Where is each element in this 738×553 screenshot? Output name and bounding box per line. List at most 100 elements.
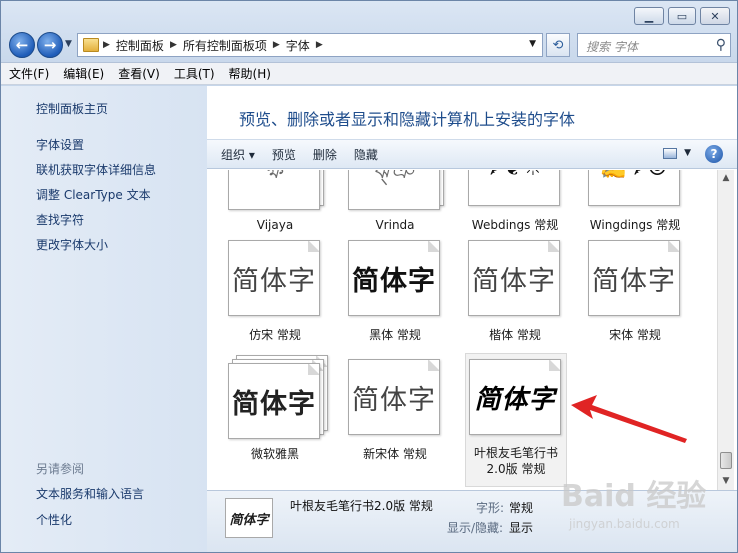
link-personalization[interactable]: 个性化 xyxy=(36,511,72,528)
font-tile-label: 黑体 常规 xyxy=(369,328,421,342)
selected-font-thumbnail: 简体字 xyxy=(225,498,273,538)
breadcrumb-separator-icon[interactable]: ▶ xyxy=(103,40,110,50)
link-find-character[interactable]: 查找字符 xyxy=(36,211,84,228)
close-icon: ✕ xyxy=(710,9,720,23)
breadcrumb-separator-icon[interactable]: ▶ xyxy=(273,40,280,50)
menu-file[interactable]: 文件(F) xyxy=(9,65,49,82)
navigation-bar: ← → ▼ ▶ 控制面板 ▶ 所有控制面板项 ▶ 字体 ▶ ▼ ⟲ 搜索 字体 … xyxy=(1,29,737,61)
font-tile-nsimsun[interactable]: 简体字 新宋体 常规 xyxy=(335,359,455,462)
see-also-heading: 另请参阅 xyxy=(36,462,85,476)
font-tile-label: Vrinda xyxy=(375,218,415,232)
recent-pages-dropdown[interactable]: ▼ xyxy=(65,39,72,49)
forward-button[interactable]: → xyxy=(37,32,63,58)
font-tile-webdings[interactable]: ✈❦☀ Webdings 常规 xyxy=(455,170,575,233)
maximize-icon: ▭ xyxy=(676,9,688,23)
search-icon[interactable]: ⚲ xyxy=(716,37,726,53)
address-bar[interactable]: ▶ 控制面板 ▶ 所有控制面板项 ▶ 字体 ▶ ▼ xyxy=(77,33,543,57)
help-icon: ? xyxy=(710,147,718,161)
font-tile-vrinda[interactable]: ঝ্ঞ Vrinda xyxy=(335,170,455,233)
font-file-icon: ক্ষ xyxy=(228,170,324,210)
left-pane: 控制面板主页 字体设置 联机获取字体详细信息 调整 ClearType 文本 查… xyxy=(1,86,207,552)
baidu-watermark: Baid 经验 jingyan.baidu.com xyxy=(561,471,731,547)
link-font-settings[interactable]: 字体设置 xyxy=(36,136,84,153)
link-cleartype[interactable]: 调整 ClearType 文本 xyxy=(36,186,151,203)
menu-tools[interactable]: 工具(T) xyxy=(174,65,215,82)
breadcrumb-control-panel[interactable]: 控制面板 xyxy=(116,37,164,54)
title-bar: ▁ ▭ ✕ xyxy=(1,1,737,29)
preview-button[interactable]: 预览 xyxy=(272,146,296,163)
font-tile-label: Webdings 常规 xyxy=(471,218,559,232)
vertical-scrollbar[interactable]: ▲ ▼ xyxy=(717,170,734,490)
menu-edit[interactable]: 编辑(E) xyxy=(63,65,104,82)
command-bar: 组织 ▾ 预览 删除 隐藏 ▼ ? xyxy=(207,139,737,169)
font-tile-microsoft-yahei[interactable]: 简体字 微软雅黑 xyxy=(215,355,335,462)
back-arrow-icon: ← xyxy=(15,36,29,54)
explorer-window: ▁ ▭ ✕ ← → ▼ ▶ 控制面板 ▶ 所有控制面板项 ▶ 字体 ▶ ▼ ⟲ … xyxy=(0,0,738,553)
minimize-button[interactable]: ▁ xyxy=(634,7,664,25)
font-tile-yegenyou-selected[interactable]: 简体字 叶根友毛笔行书 2.0版 常规 xyxy=(465,353,567,487)
breadcrumb-all-items[interactable]: 所有控制面板项 xyxy=(183,37,267,54)
refresh-icon: ⟲ xyxy=(552,37,564,53)
visibility-key: 显示/隐藏: xyxy=(447,521,504,535)
watermark-logo-text: Baid 经验 xyxy=(561,479,707,514)
breadcrumb-separator-icon[interactable]: ▶ xyxy=(170,40,177,50)
breadcrumb-separator-icon[interactable]: ▶ xyxy=(316,40,323,50)
view-dropdown-icon[interactable]: ▼ xyxy=(684,148,691,158)
font-tile-label: 仿宋 常规 xyxy=(249,328,301,342)
font-tile-label: 宋体 常规 xyxy=(609,328,661,342)
page-title: 预览、删除或者显示和隐藏计算机上安装的字体 xyxy=(239,110,576,129)
link-control-panel-home[interactable]: 控制面板主页 xyxy=(36,100,108,117)
watermark-url: jingyan.baidu.com xyxy=(569,517,680,531)
minimize-icon: ▁ xyxy=(644,9,654,23)
font-tile-label: Vijaya xyxy=(256,218,294,232)
close-button[interactable]: ✕ xyxy=(700,7,730,25)
font-tile-label: 叶根友毛笔行书 2.0版 常规 xyxy=(473,446,558,476)
annotation-arrow-icon xyxy=(571,395,687,443)
font-file-icon: 简体字 xyxy=(348,359,442,437)
font-tile-label: 新宋体 常规 xyxy=(363,447,427,461)
font-file-icon: 简体字 xyxy=(468,240,562,318)
menu-view[interactable]: 查看(V) xyxy=(118,65,160,82)
maximize-button[interactable]: ▭ xyxy=(668,7,696,25)
font-file-icon: ✍✈☺ xyxy=(588,170,682,208)
refresh-button[interactable]: ⟲ xyxy=(546,33,570,57)
font-tile-fangsong[interactable]: 简体字 仿宋 常规 xyxy=(215,240,335,343)
font-file-icon: ✈❦☀ xyxy=(468,170,562,208)
scroll-up-icon[interactable]: ▲ xyxy=(718,170,734,186)
font-tile-label: 微软雅黑 xyxy=(250,447,299,461)
font-family-icon: 简体字 xyxy=(228,355,328,439)
breadcrumb-fonts[interactable]: 字体 xyxy=(286,37,310,54)
font-tile-label: 楷体 常规 xyxy=(489,328,541,342)
font-style-key: 字形: xyxy=(476,501,505,515)
control-panel-icon xyxy=(83,38,99,52)
menu-bar: 文件(F) 编辑(E) 查看(V) 工具(T) 帮助(H) xyxy=(1,62,737,85)
search-input[interactable]: 搜索 字体 ⚲ xyxy=(577,33,731,57)
search-placeholder: 搜索 字体 xyxy=(586,40,638,54)
font-file-icon: 简体字 xyxy=(348,240,442,318)
address-dropdown-icon[interactable]: ▼ xyxy=(529,39,536,49)
selected-font-name: 叶根友毛笔行书2.0版 常规 xyxy=(290,499,433,513)
change-view-icon[interactable] xyxy=(663,148,677,159)
font-tile-songti[interactable]: 简体字 宋体 常规 xyxy=(575,240,695,343)
font-tile-wingdings[interactable]: ✍✈☺ Wingdings 常规 xyxy=(575,170,695,233)
link-font-info-online[interactable]: 联机获取字体详细信息 xyxy=(36,161,156,178)
menu-help[interactable]: 帮助(H) xyxy=(229,65,271,82)
font-tile-kaiti[interactable]: 简体字 楷体 常规 xyxy=(455,240,575,343)
back-button[interactable]: ← xyxy=(9,32,35,58)
delete-button[interactable]: 删除 xyxy=(313,146,337,163)
hide-button[interactable]: 隐藏 xyxy=(354,146,378,163)
forward-arrow-icon: → xyxy=(43,36,57,54)
font-file-icon: ঝ্ঞ xyxy=(348,170,444,210)
font-tile-heiti[interactable]: 简体字 黑体 常规 xyxy=(335,240,455,343)
link-text-services[interactable]: 文本服务和输入语言 xyxy=(36,485,144,502)
scroll-thumb[interactable] xyxy=(720,452,732,469)
font-tile-vijaya[interactable]: ক্ষ Vijaya xyxy=(215,170,335,233)
font-file-icon: 简体字 xyxy=(588,240,682,318)
link-change-font-size[interactable]: 更改字体大小 xyxy=(36,236,108,253)
font-file-icon: 简体字 xyxy=(469,359,563,437)
help-button[interactable]: ? xyxy=(705,145,723,163)
font-file-icon: 简体字 xyxy=(228,240,322,318)
font-style-value: 常规 xyxy=(509,501,534,515)
organize-button[interactable]: 组织 ▾ xyxy=(221,146,255,163)
visibility-value: 显示 xyxy=(509,521,534,535)
